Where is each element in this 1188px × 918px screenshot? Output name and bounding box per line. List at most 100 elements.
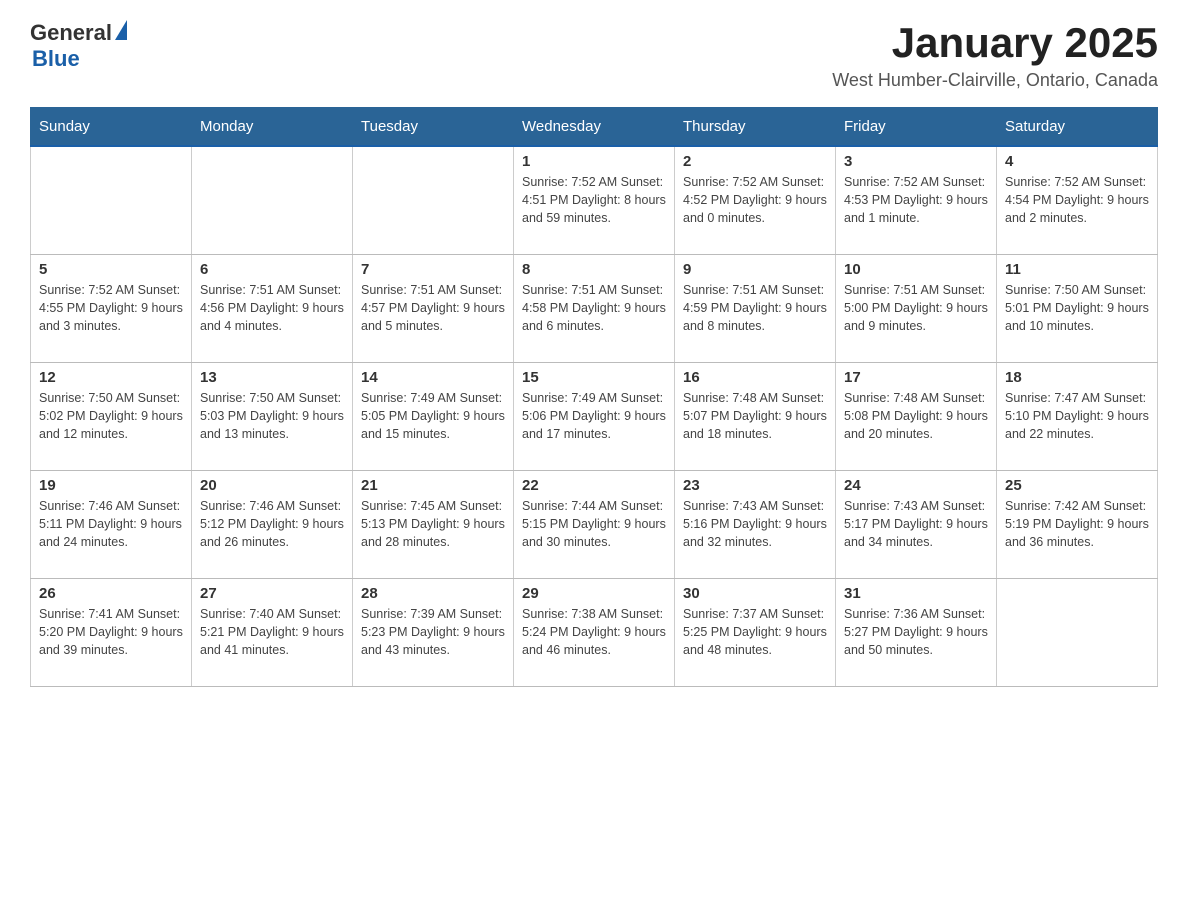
day-info: Sunrise: 7:51 AM Sunset: 4:58 PM Dayligh…	[522, 281, 666, 335]
calendar-cell: 9 Sunrise: 7:51 AM Sunset: 4:59 PM Daylig…	[675, 254, 836, 362]
day-number: 19	[39, 477, 183, 494]
day-number: 4	[1005, 153, 1149, 170]
calendar-cell: 30Sunrise: 7:37 AM Sunset: 5:25 PM Dayli…	[675, 578, 836, 686]
day-info: Sunrise: 7:49 AM Sunset: 5:06 PM Dayligh…	[522, 389, 666, 443]
day-number: 13	[200, 369, 344, 386]
calendar-cell: 23 Sunrise: 7:43 AM Sunset: 5:16 PM Dayli…	[675, 470, 836, 578]
calendar-cell: 17 Sunrise: 7:48 AM Sunset: 5:08 PM Dayli…	[836, 362, 997, 470]
day-info: Sunrise: 7:48 AM Sunset: 5:08 PM Dayligh…	[844, 389, 988, 443]
day-info: Sunrise: 7:37 AM Sunset: 5:25 PM Dayligh…	[683, 605, 827, 659]
day-info: Sunrise: 7:44 AM Sunset: 5:15 PM Dayligh…	[522, 497, 666, 551]
logo-triangle-icon	[115, 20, 127, 40]
day-number: 28	[361, 585, 505, 602]
calendar-cell: 25 Sunrise: 7:42 AM Sunset: 5:19 PM Dayli…	[997, 470, 1158, 578]
calendar-cell	[353, 146, 514, 254]
day-number: 25	[1005, 477, 1149, 494]
header-monday: Monday	[192, 108, 353, 147]
day-info: Sunrise: 7:40 AM Sunset: 5:21 PM Dayligh…	[200, 605, 344, 659]
calendar-cell: 21 Sunrise: 7:45 AM Sunset: 5:13 PM Dayli…	[353, 470, 514, 578]
calendar-cell: 4 Sunrise: 7:52 AM Sunset: 4:54 PM Daylig…	[997, 146, 1158, 254]
logo: General Blue	[30, 20, 127, 72]
week-row-2: 5 Sunrise: 7:52 AM Sunset: 4:55 PM Daylig…	[31, 254, 1158, 362]
day-number: 10	[844, 261, 988, 278]
calendar-header: SundayMondayTuesdayWednesdayThursdayFrid…	[31, 108, 1158, 147]
calendar-cell: 2Sunrise: 7:52 AM Sunset: 4:52 PM Daylig…	[675, 146, 836, 254]
day-info: Sunrise: 7:39 AM Sunset: 5:23 PM Dayligh…	[361, 605, 505, 659]
calendar-cell: 27 Sunrise: 7:40 AM Sunset: 5:21 PM Dayli…	[192, 578, 353, 686]
day-info: Sunrise: 7:51 AM Sunset: 4:59 PM Dayligh…	[683, 281, 827, 335]
day-number: 23	[683, 477, 827, 494]
header-tuesday: Tuesday	[353, 108, 514, 147]
day-number: 11	[1005, 261, 1149, 278]
page-header: General Blue January 2025 West Humber-Cl…	[30, 20, 1158, 91]
day-number: 16	[683, 369, 827, 386]
header-friday: Friday	[836, 108, 997, 147]
day-number: 15	[522, 369, 666, 386]
day-info: Sunrise: 7:51 AM Sunset: 4:57 PM Dayligh…	[361, 281, 505, 335]
header-thursday: Thursday	[675, 108, 836, 147]
day-number: 27	[200, 585, 344, 602]
day-number: 3	[844, 153, 988, 170]
calendar-cell: 1 Sunrise: 7:52 AM Sunset: 4:51 PM Daylig…	[514, 146, 675, 254]
day-number: 29	[522, 585, 666, 602]
calendar-cell: 22Sunrise: 7:44 AM Sunset: 5:15 PM Dayli…	[514, 470, 675, 578]
day-info: Sunrise: 7:52 AM Sunset: 4:55 PM Dayligh…	[39, 281, 183, 335]
month-title: January 2025	[832, 20, 1158, 66]
logo-general-text: General	[30, 20, 112, 46]
calendar-cell: 14Sunrise: 7:49 AM Sunset: 5:05 PM Dayli…	[353, 362, 514, 470]
day-number: 21	[361, 477, 505, 494]
day-info: Sunrise: 7:51 AM Sunset: 4:56 PM Dayligh…	[200, 281, 344, 335]
calendar-cell: 26 Sunrise: 7:41 AM Sunset: 5:20 PM Dayli…	[31, 578, 192, 686]
day-info: Sunrise: 7:52 AM Sunset: 4:53 PM Dayligh…	[844, 173, 988, 227]
calendar-cell: 10 Sunrise: 7:51 AM Sunset: 5:00 PM Dayli…	[836, 254, 997, 362]
day-info: Sunrise: 7:47 AM Sunset: 5:10 PM Dayligh…	[1005, 389, 1149, 443]
week-row-3: 12Sunrise: 7:50 AM Sunset: 5:02 PM Dayli…	[31, 362, 1158, 470]
title-area: January 2025 West Humber-Clairville, Ont…	[832, 20, 1158, 91]
day-info: Sunrise: 7:41 AM Sunset: 5:20 PM Dayligh…	[39, 605, 183, 659]
day-number: 9	[683, 261, 827, 278]
day-info: Sunrise: 7:52 AM Sunset: 4:51 PM Dayligh…	[522, 173, 666, 227]
day-info: Sunrise: 7:49 AM Sunset: 5:05 PM Dayligh…	[361, 389, 505, 443]
day-number: 31	[844, 585, 988, 602]
day-number: 24	[844, 477, 988, 494]
day-info: Sunrise: 7:46 AM Sunset: 5:12 PM Dayligh…	[200, 497, 344, 551]
calendar-cell: 29Sunrise: 7:38 AM Sunset: 5:24 PM Dayli…	[514, 578, 675, 686]
day-number: 20	[200, 477, 344, 494]
day-info: Sunrise: 7:43 AM Sunset: 5:16 PM Dayligh…	[683, 497, 827, 551]
header-saturday: Saturday	[997, 108, 1158, 147]
calendar-cell: 11 Sunrise: 7:50 AM Sunset: 5:01 PM Dayli…	[997, 254, 1158, 362]
day-info: Sunrise: 7:50 AM Sunset: 5:01 PM Dayligh…	[1005, 281, 1149, 335]
day-number: 7	[361, 261, 505, 278]
calendar-cell: 8Sunrise: 7:51 AM Sunset: 4:58 PM Daylig…	[514, 254, 675, 362]
week-row-5: 26 Sunrise: 7:41 AM Sunset: 5:20 PM Dayli…	[31, 578, 1158, 686]
logo-line2: Blue	[30, 46, 127, 72]
header-row: SundayMondayTuesdayWednesdayThursdayFrid…	[31, 108, 1158, 147]
calendar-cell: 24Sunrise: 7:43 AM Sunset: 5:17 PM Dayli…	[836, 470, 997, 578]
day-info: Sunrise: 7:52 AM Sunset: 4:52 PM Dayligh…	[683, 173, 827, 227]
day-info: Sunrise: 7:42 AM Sunset: 5:19 PM Dayligh…	[1005, 497, 1149, 551]
day-info: Sunrise: 7:45 AM Sunset: 5:13 PM Dayligh…	[361, 497, 505, 551]
logo-line1: General	[30, 20, 127, 46]
day-info: Sunrise: 7:48 AM Sunset: 5:07 PM Dayligh…	[683, 389, 827, 443]
week-row-4: 19 Sunrise: 7:46 AM Sunset: 5:11 PM Dayli…	[31, 470, 1158, 578]
day-info: Sunrise: 7:51 AM Sunset: 5:00 PM Dayligh…	[844, 281, 988, 335]
day-info: Sunrise: 7:46 AM Sunset: 5:11 PM Dayligh…	[39, 497, 183, 551]
header-wednesday: Wednesday	[514, 108, 675, 147]
calendar-cell: 19 Sunrise: 7:46 AM Sunset: 5:11 PM Dayli…	[31, 470, 192, 578]
calendar-cell: 31 Sunrise: 7:36 AM Sunset: 5:27 PM Dayli…	[836, 578, 997, 686]
day-number: 1	[522, 153, 666, 170]
calendar-cell: 28 Sunrise: 7:39 AM Sunset: 5:23 PM Dayli…	[353, 578, 514, 686]
day-info: Sunrise: 7:52 AM Sunset: 4:54 PM Dayligh…	[1005, 173, 1149, 227]
day-number: 5	[39, 261, 183, 278]
day-number: 18	[1005, 369, 1149, 386]
day-number: 26	[39, 585, 183, 602]
day-number: 6	[200, 261, 344, 278]
calendar-cell: 18 Sunrise: 7:47 AM Sunset: 5:10 PM Dayli…	[997, 362, 1158, 470]
calendar-cell	[997, 578, 1158, 686]
calendar-cell: 15 Sunrise: 7:49 AM Sunset: 5:06 PM Dayli…	[514, 362, 675, 470]
calendar-cell: 12Sunrise: 7:50 AM Sunset: 5:02 PM Dayli…	[31, 362, 192, 470]
day-number: 17	[844, 369, 988, 386]
calendar-cell: 3 Sunrise: 7:52 AM Sunset: 4:53 PM Daylig…	[836, 146, 997, 254]
day-info: Sunrise: 7:36 AM Sunset: 5:27 PM Dayligh…	[844, 605, 988, 659]
calendar-body: 1 Sunrise: 7:52 AM Sunset: 4:51 PM Daylig…	[31, 146, 1158, 686]
